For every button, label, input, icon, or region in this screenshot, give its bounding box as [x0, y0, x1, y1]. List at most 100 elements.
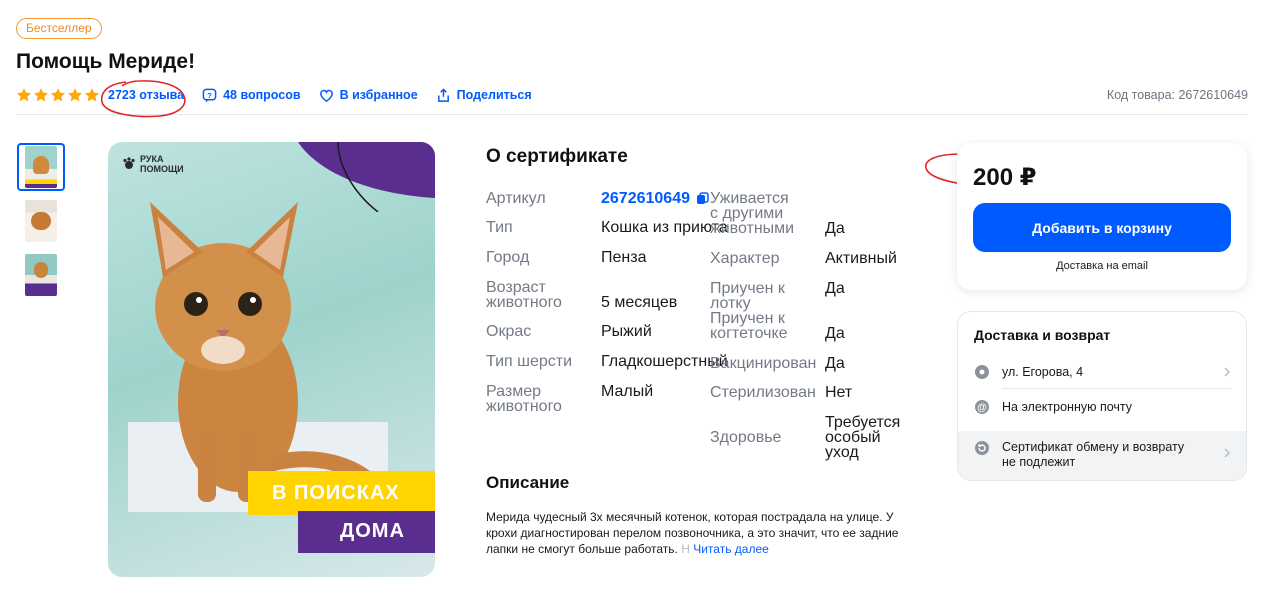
share-icon	[437, 87, 449, 102]
star-icon	[51, 88, 65, 102]
spec-row-type: Тип Кошка из приюта	[486, 219, 728, 236]
spec-value: Пенза	[601, 249, 647, 266]
delivery-email-text: На электронную почту	[1002, 400, 1133, 414]
reviews-link-label[interactable]: 2723 отзыва	[108, 88, 184, 102]
spec-row-health: Здоровье Требуется особый уход	[710, 414, 915, 461]
spec-value: Гладкошерстный	[601, 353, 728, 370]
spec-value: Активный	[825, 250, 897, 267]
spec-row-age: Возраст животного 5 месяцев	[486, 280, 678, 311]
questions-link[interactable]: ? 48 вопросов	[202, 88, 301, 103]
svg-text:?: ?	[207, 90, 212, 99]
favorite-link-label[interactable]: В избранное	[340, 88, 418, 102]
spec-label: Уживается с другими животными	[710, 190, 795, 237]
thumbnail-list	[17, 143, 65, 299]
spec-row-character: Характер Активный	[710, 250, 897, 267]
article-number[interactable]: 2672610649	[601, 191, 690, 207]
reviews-link[interactable]: 2723 отзыва	[108, 88, 184, 102]
about-section-title: О сертификате	[486, 146, 628, 167]
spec-value: Кошка из приюта	[601, 219, 728, 236]
price-card: 200 ₽ Добавить в корзину Доставка на ema…	[957, 143, 1247, 290]
spec-row-scratcher: Приучен к когтеточке Да	[710, 310, 845, 342]
spec-row-fur: Тип шерсти Гладкошерстный	[486, 353, 728, 370]
delivery-address-row[interactable]: ул. Егорова, 4	[974, 364, 1232, 380]
return-icon	[975, 441, 989, 455]
heart-icon	[319, 89, 333, 102]
spec-label: Характер	[710, 250, 780, 267]
delivery-email-row: @ На электронную почту	[974, 399, 1232, 415]
spec-label: Приучен к когтеточке	[710, 310, 788, 342]
product-code: Код товара: 2672610649	[1106, 88, 1248, 102]
description-text: Мерида чудесный 3х месячный котенок, кот…	[486, 509, 926, 557]
spec-value: Да	[825, 355, 845, 372]
spec-row-litter: Приучен к лотку Да	[710, 280, 845, 312]
spec-label: Тип шерсти	[486, 353, 573, 370]
thumbnail-kitten-image	[25, 200, 57, 242]
star-icon	[85, 88, 99, 102]
spec-value: Требуется особый уход	[825, 414, 901, 461]
read-more-link[interactable]: Читать далее	[693, 542, 769, 556]
spec-label: Артикул	[486, 190, 546, 207]
spec-value: Малый	[601, 383, 654, 400]
add-to-cart-button[interactable]: Добавить в корзину	[973, 203, 1231, 252]
product-meta-row: 2723 отзыва ? 48 вопросов В избранное По…	[16, 86, 550, 104]
bestseller-badge: Бестселлер	[16, 18, 102, 39]
thumbnail-2[interactable]	[17, 197, 65, 245]
paw-logo-icon	[123, 157, 135, 169]
at-sign-icon: @	[975, 400, 989, 414]
star-icon	[17, 88, 31, 102]
spec-label: Приучен к лотку	[710, 280, 785, 312]
price: 200 ₽	[973, 164, 1037, 191]
spec-label: Вакцинирован	[710, 355, 817, 372]
spec-value: Нет	[825, 384, 853, 401]
questions-link-label[interactable]: 48 вопросов	[223, 88, 300, 102]
spec-value: Да	[825, 280, 845, 297]
ruka-pomoshchi-logo: РУКА ПОМОЩИ	[122, 154, 184, 174]
delivery-title: Доставка и возврат	[974, 327, 1111, 343]
header-divider	[16, 114, 1248, 115]
spec-row-article: Артикул 2672610649	[486, 190, 709, 207]
thumbnail-3[interactable]	[17, 251, 65, 299]
spec-label: Окрас	[486, 323, 532, 340]
cat-illustration	[128, 202, 388, 512]
spec-label: Город	[486, 249, 530, 266]
spec-label: Здоровье	[710, 429, 782, 446]
spec-row-gets-along: Уживается с другими животными Да	[710, 190, 845, 237]
copy-icon[interactable]	[696, 192, 709, 205]
return-policy-line-2: не подлежит	[1002, 455, 1076, 469]
chevron-right-icon	[1224, 448, 1231, 458]
description-fade: Н	[677, 542, 690, 556]
delivery-email-note: Доставка на email	[1056, 260, 1148, 272]
star-icon	[68, 88, 82, 102]
question-bubble-icon: ?	[202, 88, 217, 103]
spec-value: 5 месяцев	[601, 294, 678, 311]
spec-value: Рыжий	[601, 323, 652, 340]
spec-row-sterilized: Стерилизован Нет	[710, 384, 853, 401]
spec-row-city: Город Пенза	[486, 249, 647, 266]
share-link[interactable]: Поделиться	[436, 87, 532, 103]
rating-stars[interactable]	[16, 87, 100, 103]
svg-text:@: @	[977, 403, 987, 414]
return-policy-content: Сертификат обмену и возврату не подлежит	[974, 440, 1232, 470]
star-icon	[34, 88, 48, 102]
logo-line-2: ПОМОЩИ	[140, 164, 184, 174]
spec-row-color: Окрас Рыжий	[486, 323, 652, 340]
favorite-link[interactable]: В избранное	[319, 88, 418, 103]
spec-value: Да	[825, 220, 845, 237]
thumbnail-kitten-image	[25, 146, 57, 188]
spec-value: Да	[825, 325, 845, 342]
spec-label: Стерилизован	[710, 384, 816, 401]
location-pin-icon	[975, 365, 989, 379]
main-product-image[interactable]: РУКА ПОМОЩИ В ПОИСКАХ ДОМА	[108, 142, 435, 577]
thumbnail-kitten-image	[25, 254, 57, 296]
delivery-divider	[1002, 388, 1232, 389]
thumbnail-1[interactable]	[17, 143, 65, 191]
description-title: Описание	[486, 473, 570, 492]
share-link-label[interactable]: Поделиться	[457, 88, 532, 102]
product-title: Помощь Мериде!	[16, 50, 196, 73]
spec-row-size: Размер животного Малый	[486, 383, 654, 415]
spec-value-article[interactable]: 2672610649	[601, 191, 709, 207]
delivery-address: ул. Егорова, 4	[1002, 365, 1084, 379]
return-policy-line-1: Сертификат обмену и возврату	[1002, 440, 1185, 454]
spec-label: Тип	[486, 219, 513, 236]
banner-line-2: ДОМА	[340, 520, 405, 542]
